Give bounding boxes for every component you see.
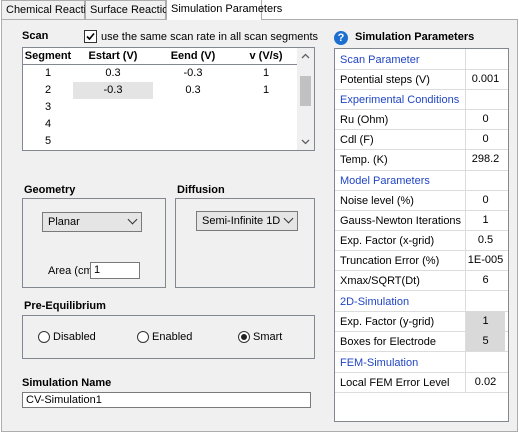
gauss-newton-label: Gauss-Newton Iterations [340, 215, 462, 227]
same-rate-checkbox[interactable] [84, 30, 97, 43]
table-cell[interactable]: 1 [233, 82, 299, 99]
radio-disabled[interactable] [38, 331, 50, 343]
cdl-value[interactable]: 0 [466, 129, 505, 149]
table-cell[interactable]: 1 [233, 65, 299, 82]
ru-value[interactable]: 0 [466, 109, 505, 129]
radio-smart[interactable] [238, 331, 250, 343]
sim-params-panel: Scan Parameter Potential steps (V) 0.001… [334, 48, 509, 422]
exp-y-label: Exp. Factor (y-grid) [340, 316, 435, 328]
gauss-newton-value[interactable]: 1 [466, 210, 505, 230]
boxes-electrode-label: Boxes for Electrode [340, 336, 436, 348]
diffusion-select[interactable]: Semi-Infinite 1D [196, 211, 298, 231]
header-segment: Segment [24, 50, 72, 62]
table-cell[interactable]: -0.3 [153, 65, 233, 82]
geometry-selected: Planar [48, 216, 80, 228]
scroll-down-icon[interactable] [297, 136, 314, 148]
sim-params-title: Simulation Parameters [355, 31, 475, 43]
noise-label: Noise level (%) [340, 195, 414, 207]
divider [335, 170, 508, 171]
column-divider [465, 49, 466, 392]
noise-value[interactable]: 0 [466, 190, 505, 210]
potential-steps-label: Potential steps (V) [340, 74, 430, 86]
radio-disabled-label: Disabled [53, 331, 96, 343]
exp-x-value[interactable]: 0.5 [466, 230, 505, 250]
xmax-label: Xmax/SQRT(Dt) [340, 275, 420, 287]
table-row[interactable]: 3 [23, 99, 299, 116]
divider [335, 392, 508, 393]
same-rate-label: use the same scan rate in all scan segme… [101, 31, 319, 43]
table-cell: 2 [44, 84, 52, 96]
scan-title: Scan [22, 30, 49, 42]
geometry-title: Geometry [24, 184, 76, 196]
tab-chemical-reactions[interactable]: Chemical Reactions [1, 0, 104, 19]
header-estart: Estart (V) [88, 50, 138, 62]
potential-steps-value[interactable]: 0.001 [466, 69, 505, 89]
tab-simulation-parameters[interactable]: Simulation Parameters [166, 0, 282, 20]
section-2d-simulation: 2D-Simulation [340, 296, 410, 308]
truncation-label: Truncation Error (%) [340, 255, 440, 267]
table-scrollbar[interactable] [297, 48, 314, 150]
chevron-down-icon [283, 213, 294, 224]
radio-enabled[interactable] [137, 331, 149, 343]
table-cell: 3 [44, 101, 52, 113]
section-fem-simulation: FEM-Simulation [340, 357, 419, 369]
table-row[interactable]: 5 [23, 133, 299, 150]
table-cell: 5 [44, 135, 52, 147]
table-cell: 1 [44, 67, 52, 79]
area-input[interactable]: 1 [90, 262, 140, 279]
simulation-name-input[interactable]: CV-Simulation1 [22, 392, 311, 408]
radio-enabled-label: Enabled [152, 331, 193, 343]
scan-table[interactable]: Segment Estart (V) Eend (V) v (V/s) 1 0.… [22, 47, 315, 151]
radio-smart-label: Smart [253, 331, 283, 343]
section-model-parameters: Model Parameters [340, 175, 430, 187]
scroll-thumb[interactable] [300, 76, 311, 106]
ru-label: Ru (Ohm) [340, 114, 389, 126]
divider [335, 351, 508, 352]
table-cell[interactable]: 0.3 [153, 82, 233, 99]
header-eend: Eend (V) [170, 50, 216, 62]
checkmark-icon [86, 32, 95, 41]
table-row[interactable]: 1 0.3 -0.3 1 [23, 65, 299, 82]
pre-equilibrium-title: Pre-Equilibrium [24, 300, 106, 312]
xmax-value[interactable]: 6 [466, 270, 505, 290]
local-fem-error-value[interactable]: 0.02 [466, 372, 505, 392]
table-row[interactable]: 2 -0.3 0.3 1 [23, 82, 299, 99]
table-cell[interactable]: 0.3 [73, 65, 153, 82]
boxes-electrode-value[interactable]: 5 [466, 331, 505, 351]
simulation-name-label: Simulation Name [22, 377, 112, 389]
exp-x-label: Exp. Factor (x-grid) [340, 235, 435, 247]
truncation-value[interactable]: 1E-005 [466, 250, 505, 270]
local-fem-error-label: Local FEM Error Level [340, 377, 450, 389]
section-experimental-conditions: Experimental Conditions [340, 94, 460, 106]
diffusion-selected: Semi-Infinite 1D [202, 215, 281, 227]
temp-label: Temp. (K) [340, 154, 388, 166]
scroll-up-icon[interactable] [297, 50, 314, 62]
section-scan-parameter: Scan Parameter [340, 54, 420, 66]
temp-value[interactable]: 298.2 [466, 149, 505, 169]
divider [335, 290, 508, 291]
table-cell: 4 [44, 118, 52, 130]
tab-surface-reactions[interactable]: Surface Reactions [85, 0, 180, 19]
header-rate: v (V/s) [249, 50, 283, 62]
help-icon[interactable]: ? [334, 31, 348, 45]
divider [335, 89, 508, 90]
exp-y-value[interactable]: 1 [466, 311, 505, 331]
geometry-select[interactable]: Planar [42, 212, 142, 232]
chevron-down-icon [127, 214, 138, 225]
table-header: Segment Estart (V) Eend (V) v (V/s) [23, 48, 299, 65]
table-row[interactable]: 4 [23, 116, 299, 133]
diffusion-title: Diffusion [177, 184, 225, 196]
table-cell[interactable]: -0.3 [73, 82, 153, 99]
cdl-label: Cdl (F) [340, 134, 374, 146]
